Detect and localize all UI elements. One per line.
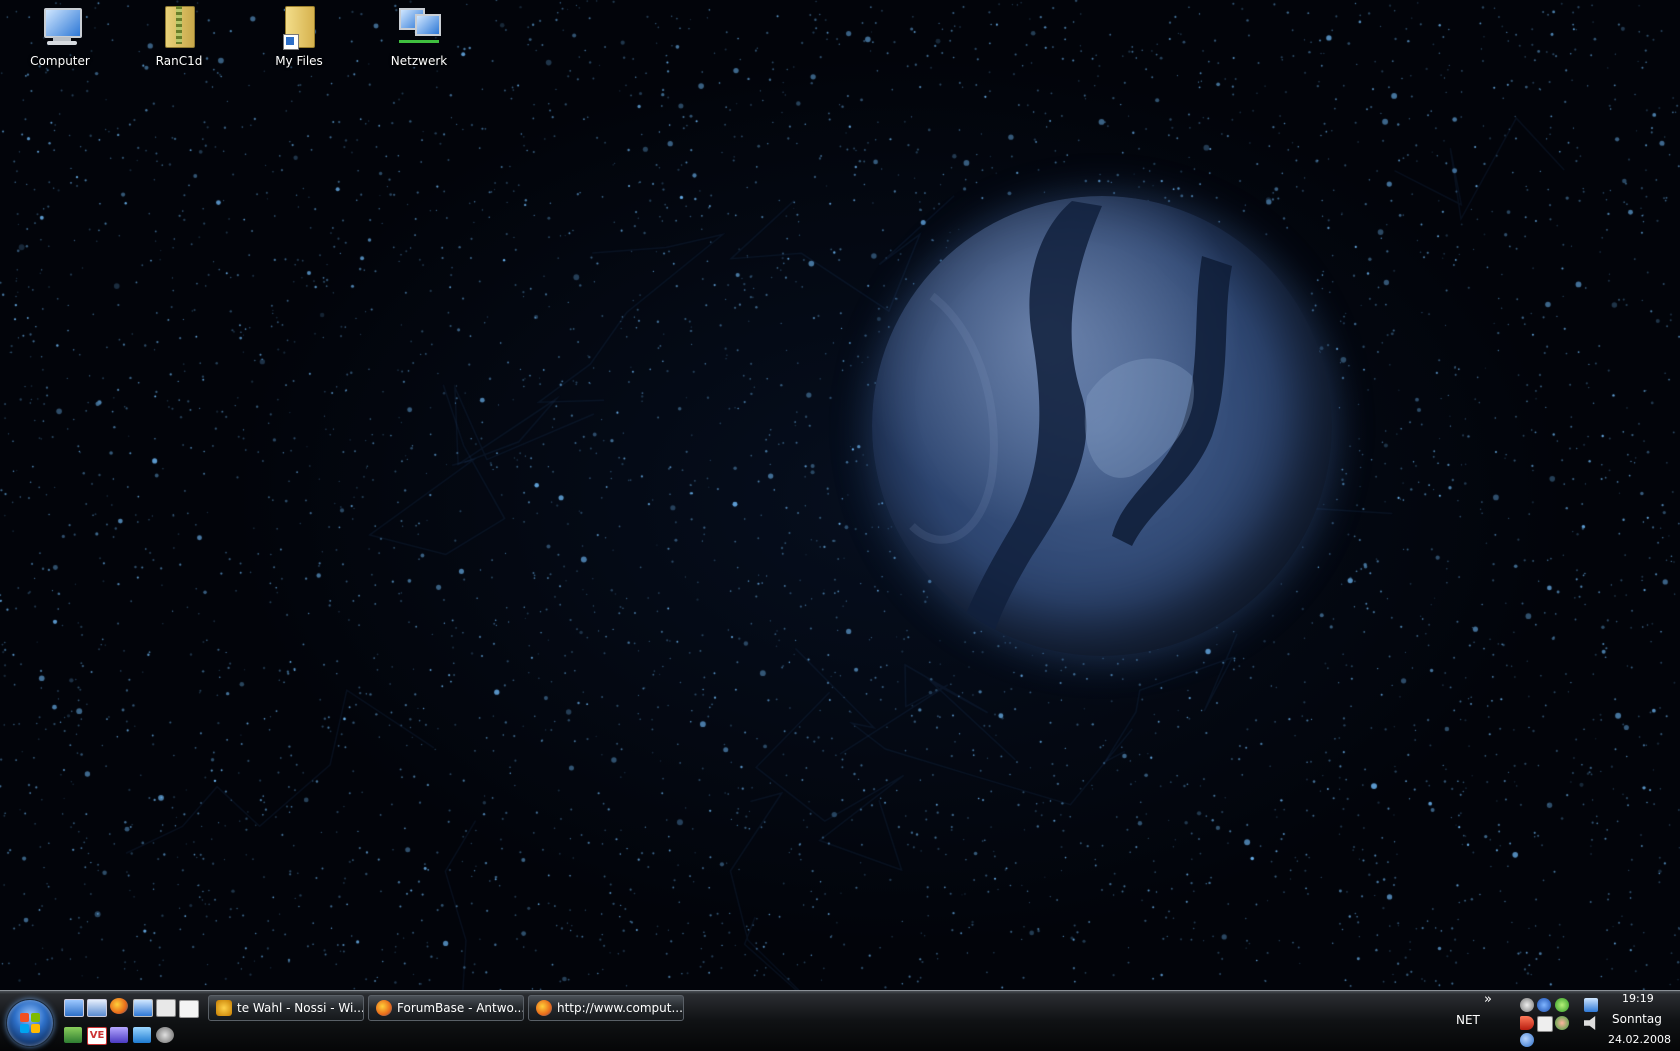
steam-icon[interactable] (156, 1027, 174, 1043)
messenger-icon[interactable] (1555, 998, 1569, 1012)
media-tray-icon[interactable] (1520, 1016, 1534, 1030)
computer-icon (36, 4, 84, 50)
network-icon (395, 4, 443, 50)
firefox-icon (376, 1000, 392, 1016)
task-label: ForumBase - Antwo... (397, 1001, 524, 1015)
switch-windows-icon[interactable] (87, 999, 107, 1017)
volume-icon[interactable] (1584, 1016, 1596, 1030)
firefox-icon[interactable] (110, 998, 128, 1014)
app-triangle-icon[interactable] (64, 1027, 82, 1043)
clock-day[interactable]: Sonntag (1612, 1012, 1662, 1026)
bluetooth-icon[interactable] (1537, 998, 1551, 1012)
email-icon[interactable] (179, 1000, 199, 1018)
app-purple-icon[interactable] (110, 1027, 128, 1043)
task-label: http://www.comput... (557, 1001, 683, 1015)
task-button-winamp[interactable]: te Wahl - Nossi - Wi... (208, 995, 364, 1021)
zip-folder-icon (155, 4, 203, 50)
globe-wallpaper-image (872, 196, 1332, 656)
desktop-icon-label: Netzwerk (390, 54, 448, 68)
steam-tray-icon[interactable] (1520, 998, 1534, 1012)
task-label: te Wahl - Nossi - Wi... (237, 1001, 364, 1015)
net-label: NET (1456, 1013, 1480, 1027)
task-button-forumbase[interactable]: ForumBase - Antwo... (368, 995, 524, 1021)
desktop-icon-ranc1d[interactable]: RanC1d (134, 4, 224, 68)
desktop-icon-label: My Files (275, 54, 323, 68)
mail-icon[interactable] (156, 999, 176, 1017)
tray-expand-button[interactable]: » (1484, 992, 1492, 1007)
winamp-icon (216, 1000, 232, 1016)
clock-time[interactable]: 19:19 (1622, 992, 1654, 1005)
windows-start-orb-icon[interactable] (6, 999, 54, 1047)
users-tray-icon[interactable] (1555, 1016, 1569, 1030)
starfield-wallpaper (0, 0, 1680, 990)
computer-small-icon[interactable] (133, 999, 153, 1017)
globe-tray-icon[interactable] (1520, 1033, 1534, 1047)
desktop-icon-label: Computer (30, 54, 90, 68)
network-tray-icon[interactable] (1584, 998, 1598, 1012)
clock-date[interactable]: 24.02.2008 (1608, 1033, 1671, 1046)
desktop-icon-label: RanC1d (155, 54, 203, 68)
mail-tray-icon[interactable] (1537, 1016, 1553, 1032)
desktop-icon-netzwerk[interactable]: Netzwerk (374, 4, 464, 68)
folder-shortcut-icon (275, 4, 323, 50)
app-blue-icon[interactable] (133, 1027, 151, 1043)
show-desktop-icon[interactable] (64, 999, 84, 1017)
task-button-browser[interactable]: http://www.comput... (528, 995, 684, 1021)
desktop-icon-my-files[interactable]: My Files (254, 4, 344, 68)
firefox-icon (536, 1000, 552, 1016)
desktop-icon-computer[interactable]: Computer (15, 4, 105, 68)
taskbar: VE te Wahl - Nossi - Wi... ForumBase - A… (0, 990, 1680, 1051)
desktop: Computer RanC1d My Files Netzwerk (0, 0, 1680, 990)
ve-icon[interactable]: VE (87, 1027, 107, 1045)
